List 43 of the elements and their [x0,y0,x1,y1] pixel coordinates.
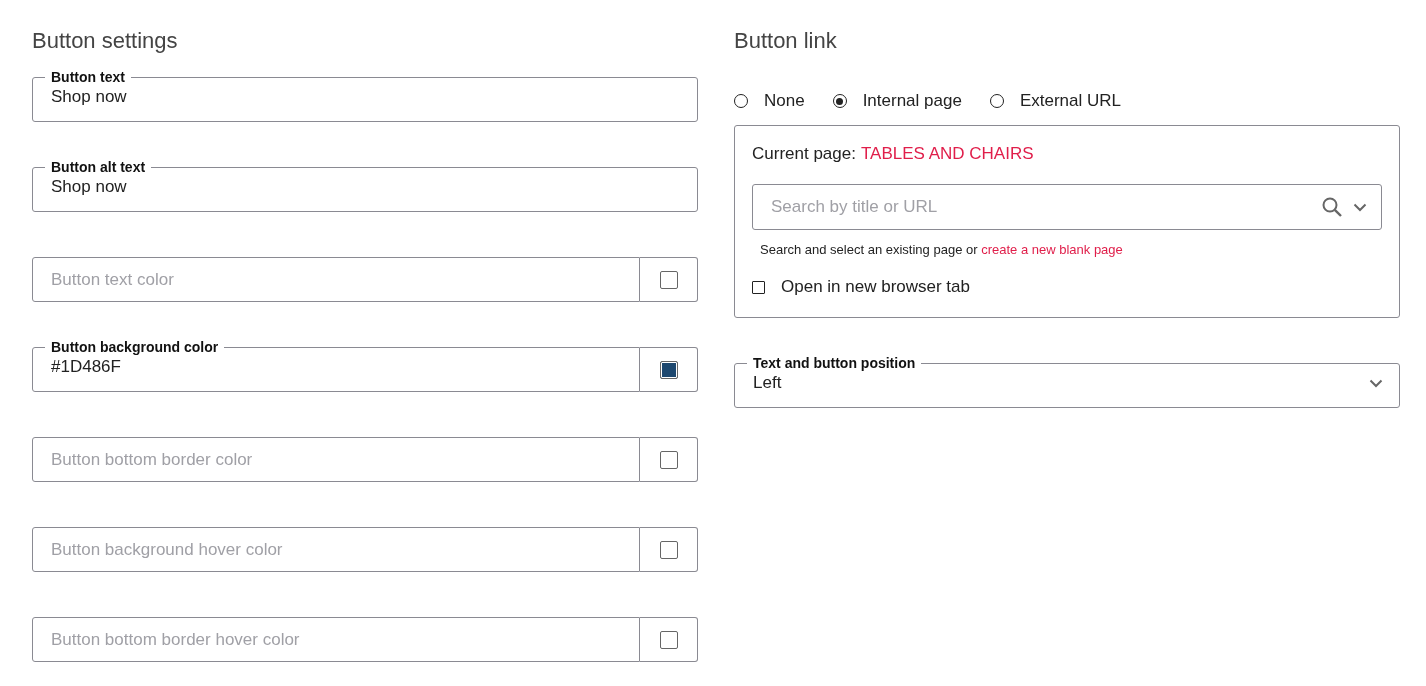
field-label: Button background color [50,339,220,355]
text-input-field[interactable]: Button alt text Shop now [32,159,698,212]
color-picker-button[interactable] [640,437,698,482]
position-select[interactable]: Text and button position Left [734,355,1400,408]
section-heading: Button settings [32,28,179,54]
placeholder-text: Search by title or URL [771,197,939,217]
empty-swatch-icon [659,540,678,559]
field-value: #1D486F [51,357,121,377]
field-label: Text and button position [752,355,917,371]
placeholder-text: Button bottom border hover color [51,629,300,650]
text-input-field[interactable]: Button text Shop now [32,69,698,122]
section-heading: Button link [734,28,838,54]
radio-label: None [764,91,805,111]
empty-swatch-icon [659,270,678,289]
radio-label: External URL [1019,91,1121,111]
color-input-field[interactable]: Button background color #1D486F [32,339,640,392]
select-value: Left [753,373,782,393]
color-picker-button[interactable] [640,617,698,662]
current-page-value: TABLES AND CHAIRS [860,144,1034,164]
field-label: Button text [50,69,126,85]
checkbox-label: Open in new browser tab [781,277,970,297]
color-picker-button[interactable] [640,527,698,572]
helper-text: Search and select an existing page or create a new blank page [760,242,1124,257]
checkbox-option[interactable]: Open in new browser tab [752,277,1382,297]
field-value: Shop now [51,87,127,107]
radio-label: Internal page [862,91,962,111]
field-label: Button alt text [50,159,147,175]
empty-swatch-icon [659,630,678,649]
empty-swatch-icon [659,450,678,469]
search-icon [1321,196,1343,218]
radio-option[interactable]: Internal page [832,91,962,111]
radio-option[interactable]: None [734,91,805,111]
placeholder-text: Button background hover color [51,539,283,560]
placeholder-text: Button text color [51,269,174,290]
create-page-link[interactable]: create a new blank page [981,242,1123,257]
color-picker-button[interactable] [640,347,698,392]
chevron-down-icon [1369,379,1383,388]
radio-option[interactable]: External URL [989,91,1121,111]
color-picker-button[interactable] [640,257,698,302]
current-page-label: Current page: [752,144,856,164]
chevron-down-icon [1353,202,1367,212]
placeholder-text: Button bottom border color [51,449,253,470]
field-value: Shop now [51,177,127,197]
